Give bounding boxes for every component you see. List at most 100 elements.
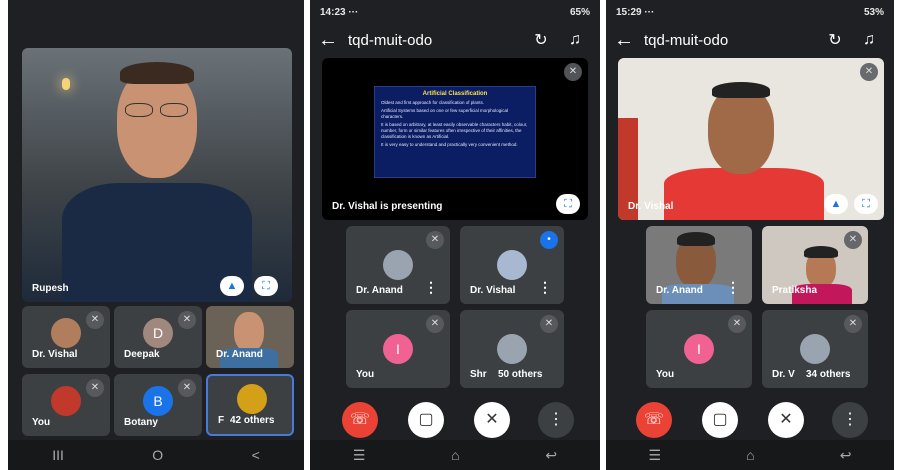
fullscreen-icon[interactable]: ⛶ — [254, 276, 278, 296]
participant-name: Dr. V — [772, 369, 795, 380]
switch-camera-icon[interactable]: ↻ — [818, 30, 852, 50]
participant-tile[interactable]: I ✕ You — [646, 310, 752, 388]
participant-tile[interactable]: D ✕ Deepak — [114, 306, 202, 368]
home-icon[interactable]: ⌂ — [451, 447, 459, 463]
avatar — [497, 250, 527, 280]
end-call-button[interactable]: ☏ — [342, 402, 378, 438]
home-button[interactable]: O — [152, 447, 163, 463]
mic-off-button[interactable]: ✕ — [474, 402, 510, 438]
battery-level: 53% — [863, 6, 884, 18]
mic-off-icon: ✕ — [178, 311, 196, 329]
more-options-icon[interactable]: ⋮ — [538, 279, 552, 296]
back-button[interactable]: < — [252, 447, 260, 463]
participant-name: Dr. Anand — [356, 285, 403, 296]
pin-icon[interactable]: ▲ — [220, 276, 244, 296]
avatar — [383, 250, 413, 280]
back-arrow-icon[interactable]: ← — [614, 29, 644, 52]
meeting-code[interactable]: tqd-muit-odo — [644, 32, 818, 49]
avatar — [800, 334, 830, 364]
speaking-indicator-icon: • — [540, 231, 558, 249]
presentation-tile[interactable]: Artificial Classification Oldest and fir… — [322, 58, 588, 220]
others-tile[interactable]: ✕ Dr. V 34 others — [762, 310, 868, 388]
mic-off-icon: ✕ — [844, 315, 862, 333]
avatar — [51, 386, 81, 416]
mic-off-icon: ✕ — [860, 63, 878, 81]
participant-name: Dr. Vishal — [470, 285, 516, 296]
participant-name: You — [656, 369, 675, 380]
avatar: I — [684, 334, 714, 364]
participant-name: Deepak — [124, 349, 160, 360]
android-nav-bar: ☰ ⌂ ↩ — [606, 440, 894, 470]
android-nav-bar: III O < — [8, 440, 304, 470]
avatar — [237, 384, 267, 414]
speaker-off-icon[interactable]: ♫ — [852, 31, 886, 49]
end-call-button[interactable]: ☏ — [636, 402, 672, 438]
mic-off-icon: ✕ — [426, 231, 444, 249]
home-icon[interactable]: ⌂ — [746, 447, 754, 463]
mic-off-button[interactable]: ✕ — [768, 402, 804, 438]
participant-name: Dr. Anand — [656, 285, 703, 296]
participant-tile[interactable]: ✕ Pratiksha — [762, 226, 868, 304]
presented-slide: Artificial Classification Oldest and fir… — [374, 86, 536, 178]
more-options-button[interactable]: ⋮ — [538, 402, 574, 438]
menu-icon[interactable]: ☰ — [353, 447, 366, 464]
switch-camera-icon[interactable]: ↻ — [524, 30, 558, 50]
presenting-label: Dr. Vishal is presenting — [332, 201, 443, 212]
mic-off-icon: ✕ — [86, 311, 104, 329]
participant-tile[interactable]: I ✕ You — [346, 310, 450, 388]
main-video-tile[interactable]: ✕ Dr. Vishal ▲ ⛶ — [618, 58, 884, 220]
participant-name: You — [32, 417, 51, 428]
battery-level: 65% — [569, 6, 590, 18]
others-count: 42 others — [230, 415, 275, 426]
slide-bullet: It is based on arbitrary, at least easil… — [381, 122, 528, 139]
participant-tile[interactable]: Dr. Anand ⋮ — [646, 226, 752, 304]
participant-tile[interactable]: ✕ Dr. Vishal — [22, 306, 110, 368]
camera-off-button[interactable]: ▢ — [408, 402, 444, 438]
participant-name: You — [356, 369, 375, 380]
more-options-button[interactable]: ⋮ — [832, 402, 868, 438]
participant-tile[interactable]: B ✕ Botany — [114, 374, 202, 436]
avatar: B — [143, 386, 173, 416]
back-icon[interactable]: ↩ — [545, 447, 557, 464]
participant-tile[interactable]: ✕ You — [22, 374, 110, 436]
camera-off-button[interactable]: ▢ — [702, 402, 738, 438]
screenshot-3: 15:29 ··· 53% ← tqd-muit-odo ↻ ♫ ✕ Dr. V… — [606, 0, 894, 470]
slide-bullet: Oldest and first approach for classifica… — [381, 100, 485, 105]
more-options-icon[interactable]: ⋮ — [424, 279, 438, 296]
back-arrow-icon[interactable]: ← — [318, 29, 348, 52]
others-tile[interactable]: F 42 others — [206, 374, 294, 436]
pin-icon[interactable]: ▲ — [824, 194, 848, 214]
menu-icon[interactable]: ☰ — [649, 447, 662, 464]
screenshot-1: Rupesh ▲ ⛶ ✕ Dr. Vishal D ✕ Deepak Dr. A… — [8, 0, 304, 470]
mic-off-icon: ✕ — [86, 379, 104, 397]
others-count: 34 others — [806, 369, 851, 380]
others-tile[interactable]: ✕ Shr 50 others — [460, 310, 564, 388]
main-video-tile[interactable]: Rupesh ▲ ⛶ — [22, 48, 292, 302]
fullscreen-icon[interactable]: ⛶ — [854, 194, 878, 214]
avatar: D — [143, 318, 173, 348]
recents-button[interactable]: III — [52, 447, 64, 463]
participant-tile[interactable]: • Dr. Vishal ⋮ — [460, 226, 564, 304]
screenshot-2: 14:23 ··· 65% ← tqd-muit-odo ↻ ♫ Artific… — [310, 0, 600, 470]
participant-tile[interactable]: Dr. Anand — [206, 306, 294, 368]
back-icon[interactable]: ↩ — [840, 447, 852, 464]
avatar — [497, 334, 527, 364]
participant-name: F — [218, 415, 225, 426]
participant-name: Dr. Anand — [216, 349, 263, 360]
clock: 15:29 ··· — [616, 6, 655, 18]
mic-off-icon: ✕ — [540, 315, 558, 333]
clock: 14:23 ··· — [320, 6, 359, 18]
speaker-off-icon[interactable]: ♫ — [558, 31, 592, 49]
participant-name: Rupesh — [32, 283, 69, 294]
mic-off-icon: ✕ — [426, 315, 444, 333]
mic-off-icon: ✕ — [178, 379, 196, 397]
slide-bullet: It is very easy to understand and practi… — [381, 142, 518, 147]
meeting-code[interactable]: tqd-muit-odo — [348, 32, 524, 49]
participant-tile[interactable]: ✕ Dr. Anand ⋮ — [346, 226, 450, 304]
fullscreen-icon[interactable]: ⛶ — [556, 194, 580, 214]
more-options-icon[interactable]: ⋮ — [726, 279, 740, 296]
mic-off-icon: ✕ — [728, 315, 746, 333]
participant-name: Botany — [124, 417, 158, 428]
participant-name: Dr. Vishal — [628, 201, 674, 212]
status-bar: 14:23 ··· 65% — [310, 0, 600, 24]
